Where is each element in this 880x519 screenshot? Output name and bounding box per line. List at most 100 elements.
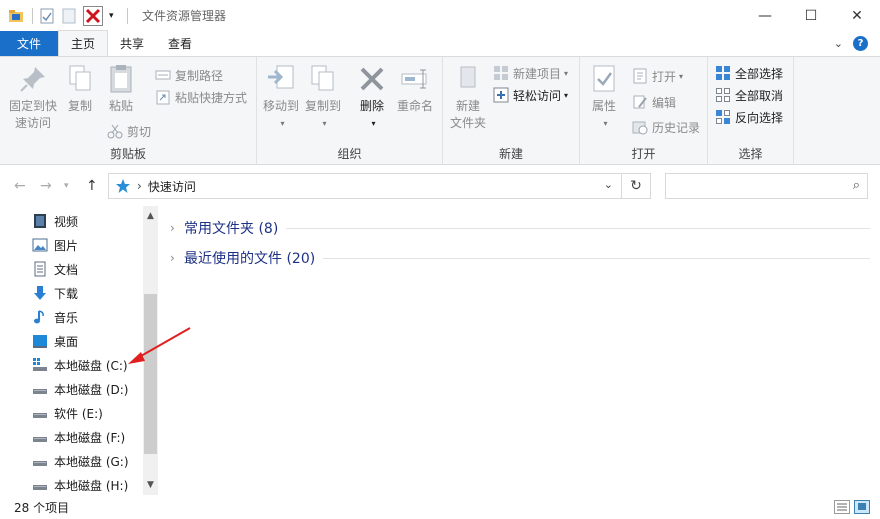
drive-icon	[32, 453, 48, 469]
recent-locations-icon[interactable]: ▾	[64, 181, 69, 191]
history-button[interactable]: 历史记录	[632, 117, 700, 137]
drive-icon	[32, 405, 48, 421]
help-icon[interactable]: ?	[853, 36, 868, 51]
address-bar[interactable]: › 快速访问 ⌄	[108, 173, 622, 199]
copy-to-icon	[307, 63, 339, 95]
nav-item-videos[interactable]: 视频	[32, 210, 78, 232]
properties-icon[interactable]	[39, 8, 55, 24]
forward-arrow-icon[interactable]: →	[40, 178, 52, 194]
breadcrumb-quick-access[interactable]: 快速访问	[148, 178, 196, 195]
new-folder-button[interactable]: 新建 文件夹	[449, 63, 487, 132]
up-arrow-icon[interactable]: ↑	[86, 178, 98, 194]
section-recent-files[interactable]: › 最近使用的文件 (20)	[170, 247, 870, 269]
edit-icon	[632, 94, 648, 110]
system-drive-icon	[32, 357, 48, 373]
quick-access-star-icon	[115, 178, 131, 194]
nav-item-drive-d[interactable]: 本地磁盘 (D:)	[32, 378, 128, 400]
breadcrumb-separator[interactable]: ›	[137, 179, 142, 193]
folder-icon[interactable]	[8, 8, 24, 24]
customize-toolbar-icon[interactable]: ▾	[109, 8, 119, 24]
select-none-button[interactable]: 全部取消	[715, 85, 783, 105]
select-none-icon	[715, 87, 731, 103]
nav-item-documents[interactable]: 文档	[32, 258, 78, 280]
pin-icon	[17, 63, 49, 95]
paste-shortcut-icon	[155, 89, 171, 105]
clipboard-group-label: 剪贴板	[109, 147, 146, 161]
scroll-down-icon[interactable]: ▼	[143, 477, 158, 493]
open-button[interactable]: 打开 ▾	[632, 66, 683, 86]
invert-selection-button[interactable]: 反向选择	[715, 107, 783, 127]
copy-button[interactable]: 复制	[63, 63, 97, 115]
nav-item-downloads[interactable]: 下载	[32, 282, 78, 304]
drive-icon	[32, 477, 48, 493]
item-count: 28 个项目	[14, 500, 70, 515]
section-title: 最近使用的文件 (20)	[184, 251, 316, 267]
minimize-button[interactable]: —	[742, 0, 788, 31]
dropdown-arrow-icon: ▾	[603, 119, 608, 128]
new-group-label: 新建	[498, 147, 523, 161]
paste-shortcut-label: 粘贴快捷方式	[175, 90, 248, 105]
chevron-down-icon[interactable]: ⌄	[834, 37, 843, 50]
ribbon-tabs: 文件 主页 共享 查看 ⌄ ?	[0, 30, 880, 56]
window-title: 文件资源管理器	[142, 9, 227, 23]
nav-item-label: 本地磁盘 (F:)	[54, 430, 126, 445]
tab-share[interactable]: 共享	[108, 31, 156, 56]
delete-icon[interactable]	[83, 5, 103, 26]
cut-label: 剪切	[127, 124, 152, 139]
select-all-button[interactable]: 全部选择	[715, 63, 783, 83]
select-none-label: 全部取消	[735, 88, 784, 103]
nav-item-pictures[interactable]: 图片	[32, 234, 78, 256]
music-icon	[32, 309, 48, 325]
paste-shortcut-button[interactable]: 粘贴快捷方式	[155, 87, 247, 107]
nav-item-drive-e[interactable]: 软件 (E:)	[32, 402, 103, 424]
scissors-icon	[107, 123, 123, 139]
new-folder-icon[interactable]	[61, 8, 77, 24]
search-input[interactable]: ⌕	[665, 173, 868, 199]
nav-item-music[interactable]: 音乐	[32, 306, 78, 328]
address-row: ← → ▾ ↑ › 快速访问 ⌄ ↻ ⌕	[0, 166, 880, 206]
invert-selection-label: 反向选择	[735, 110, 784, 125]
copy-to-button[interactable]: 复制到 ▾	[303, 63, 343, 132]
close-button[interactable]: ✕	[834, 0, 880, 31]
move-to-icon	[265, 63, 297, 95]
open-label: 打开	[652, 69, 677, 84]
tab-file[interactable]: 文件	[0, 31, 58, 56]
move-to-label: 移动到	[262, 99, 299, 113]
nav-item-desktop[interactable]: 桌面	[32, 330, 78, 352]
rename-button[interactable]: 重命名	[395, 63, 435, 115]
properties-button[interactable]: 属性 ▾	[586, 63, 622, 132]
move-to-button[interactable]: 移动到 ▾	[261, 63, 301, 132]
tab-view[interactable]: 查看	[156, 31, 204, 56]
dropdown-arrow-icon: ▾	[564, 68, 569, 78]
maximize-button[interactable]: ☐	[788, 0, 834, 31]
nav-item-drive-g[interactable]: 本地磁盘 (G:)	[32, 450, 129, 472]
pin-to-quick-access-button[interactable]: 固定到快 速访问	[6, 63, 60, 132]
back-arrow-icon[interactable]: ←	[14, 178, 26, 194]
nav-item-label: 本地磁盘 (D:)	[54, 382, 129, 397]
history-label: 历史记录	[652, 120, 701, 135]
open-group-label: 打开	[631, 147, 656, 161]
details-view-icon[interactable]	[834, 500, 850, 514]
address-dropdown-icon[interactable]: ⌄	[604, 178, 613, 191]
select-group: 全部选择 全部取消 反向选择 选择	[708, 57, 794, 165]
section-frequent-folders[interactable]: › 常用文件夹 (8)	[170, 217, 870, 239]
scrollbar-thumb[interactable]	[144, 294, 157, 454]
new-item-button[interactable]: 新建项目 ▾	[493, 63, 568, 83]
nav-item-drive-c[interactable]: 本地磁盘 (C:)	[32, 354, 128, 376]
drive-icon	[32, 429, 48, 445]
easy-access-button[interactable]: 轻松访问 ▾	[493, 85, 568, 105]
delete-button[interactable]: 删除 ▾	[355, 63, 389, 132]
nav-item-label: 本地磁盘 (H:)	[54, 478, 129, 493]
edit-button[interactable]: 编辑	[632, 92, 676, 112]
select-all-label: 全部选择	[735, 66, 784, 81]
refresh-button[interactable]: ↻	[622, 173, 651, 199]
tab-home[interactable]: 主页	[58, 30, 109, 56]
scroll-up-icon[interactable]: ▲	[143, 208, 158, 224]
toolbar-divider	[127, 7, 128, 24]
nav-item-drive-h[interactable]: 本地磁盘 (H:)	[32, 474, 128, 496]
paste-button[interactable]: 粘贴	[104, 63, 138, 115]
copy-path-button[interactable]: 复制路径	[155, 65, 223, 85]
nav-item-drive-f[interactable]: 本地磁盘 (F:)	[32, 426, 125, 448]
large-icons-view-icon[interactable]	[854, 500, 870, 514]
cut-button[interactable]: 剪切	[107, 121, 151, 141]
